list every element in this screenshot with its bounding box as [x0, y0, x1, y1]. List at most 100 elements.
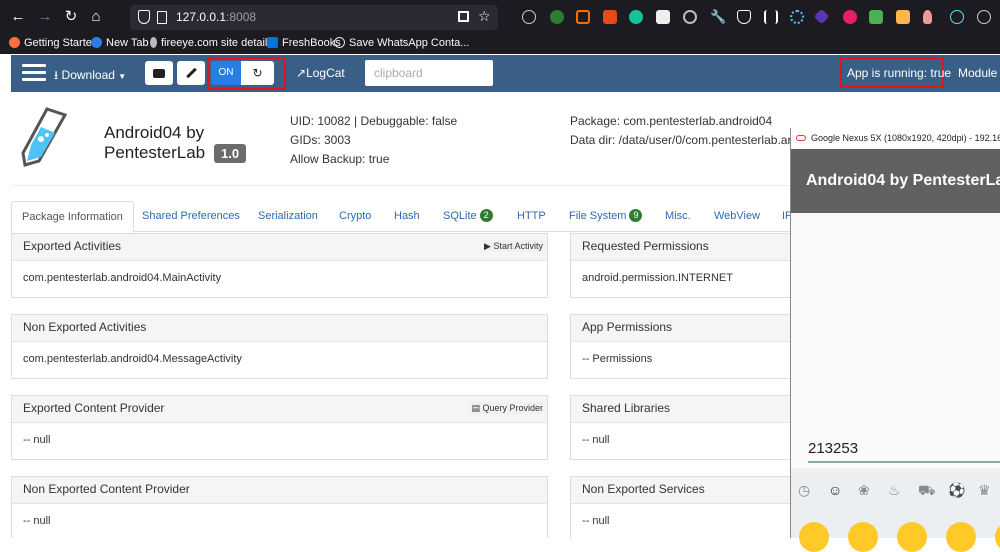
tab-label: SQLite — [443, 210, 477, 222]
emoji-face[interactable] — [946, 522, 976, 552]
url-text[interactable]: 127.0.0.1:8008 — [176, 10, 256, 24]
refresh-button[interactable]: ↻ — [241, 61, 274, 85]
panel-title: Exported Content Provider — [23, 401, 165, 415]
panel-heading: Non Exported Content Provider — [12, 477, 547, 504]
clipboard-input[interactable]: clipboard — [365, 60, 493, 86]
query-provider-button[interactable]: ▤ Query Provider — [471, 402, 543, 414]
url-bar[interactable]: 127.0.0.1:8008 ☆ — [130, 5, 498, 30]
shared-libraries-panel: Shared Libraries -- null — [570, 395, 791, 460]
start-activity-button[interactable]: ▶ Start Activity — [484, 240, 543, 252]
extension-cloud-icon[interactable] — [869, 10, 883, 24]
recent-emoji-icon[interactable]: ◷ — [798, 482, 810, 499]
camera-icon — [153, 69, 165, 78]
on-toggle-button[interactable]: ON — [211, 61, 241, 85]
extension-orange-icon[interactable] — [603, 10, 617, 24]
react-devtools-icon[interactable] — [950, 10, 964, 24]
settings-extension-icon[interactable] — [576, 10, 590, 24]
tab-file-system[interactable]: File System 9 — [569, 201, 643, 232]
page-icon[interactable] — [157, 11, 167, 24]
tab-webview[interactable]: WebView — [714, 201, 760, 232]
shield-icon[interactable] — [138, 10, 150, 24]
bookmark-new-tab[interactable]: New Tab — [91, 37, 149, 49]
datadir-info: Data dir: /data/user/0/com.pentesterlab.… — [570, 133, 790, 147]
bookmark-freshbooks[interactable]: FreshBooks — [267, 37, 341, 49]
panel-heading: Shared Libraries — [571, 396, 791, 423]
tab-shared-preferences[interactable]: Shared Preferences — [142, 201, 240, 232]
extension-purple-icon[interactable] — [813, 8, 830, 25]
extension-blue-icon[interactable] — [790, 10, 804, 24]
non-exported-activities-panel: Non Exported Activities com.pentesterlab… — [11, 314, 548, 379]
tab-misc[interactable]: Misc. — [665, 201, 691, 232]
gids-info: GIDs: 3003 — [290, 133, 351, 147]
logcat-link[interactable]: ↗LogCat — [296, 66, 345, 80]
emoji-face[interactable] — [995, 522, 1000, 552]
requested-permissions-panel: Requested Permissions android.permission… — [570, 233, 791, 298]
exported-activities-panel: Exported Activities ▶ Start Activity com… — [11, 233, 548, 298]
uid-info: UID: 10082 | Debuggable: false — [290, 114, 458, 128]
cookie-icon[interactable] — [522, 10, 536, 24]
activity-category-icon[interactable]: ⚽ — [948, 482, 965, 499]
android-app-bar: Android04 by PentesterLab — [791, 149, 1000, 213]
tab-bar: Package Information Shared Preferences S… — [11, 201, 792, 233]
panel-body: -- null — [23, 515, 51, 527]
back-icon[interactable]: ← — [9, 8, 27, 26]
screenshot-button[interactable] — [145, 61, 173, 85]
android-text-input[interactable]: 213253 — [808, 440, 858, 457]
extension-gear-icon[interactable] — [977, 10, 991, 24]
download-label: Download — [61, 68, 115, 82]
extension-green-icon[interactable] — [550, 10, 564, 24]
tab-sqlite[interactable]: SQLite 2 — [443, 201, 493, 232]
objects-category-icon[interactable]: ♛ — [978, 482, 991, 499]
app-info-header: Android04 by PentesterLab 1.0 UID: 10082… — [11, 93, 791, 185]
extension-red-icon[interactable] — [843, 10, 857, 24]
smiley-category-icon[interactable]: ☺ — [828, 482, 842, 498]
grammarly-icon[interactable] — [629, 10, 643, 24]
caret-down-icon: ▼ — [118, 72, 127, 81]
bookmark-fireeye[interactable]: fireeye.com site detail... — [150, 37, 277, 49]
tools-button[interactable] — [177, 61, 205, 85]
forward-icon[interactable]: → — [36, 8, 54, 26]
food-category-icon[interactable]: ♨ — [888, 482, 901, 499]
emulator-title-bar[interactable]: Google Nexus 5X (1080x1920, 420dpi) - 19… — [791, 128, 1000, 149]
link-icon[interactable] — [683, 10, 697, 24]
emoji-face[interactable] — [848, 522, 878, 552]
menu-icon[interactable] — [22, 64, 46, 82]
tab-http[interactable]: HTTP — [517, 201, 546, 232]
wrench-icon[interactable]: 🔧 — [710, 10, 726, 24]
wrench-icon — [185, 67, 197, 79]
app-name-line2: PentesterLab — [104, 143, 206, 162]
tab-package-information[interactable]: Package Information — [11, 201, 134, 233]
library-icon[interactable] — [764, 10, 778, 24]
tab-crypto[interactable]: Crypto — [339, 201, 371, 232]
panel-body: com.pentesterlab.android04.MessageActivi… — [23, 353, 242, 365]
tab-hash[interactable]: Hash — [394, 201, 420, 232]
download-dropdown[interactable]: ⭳ Download ▼ — [54, 66, 126, 87]
qr-extension-icon[interactable] — [656, 10, 670, 24]
emoji-face[interactable] — [897, 522, 927, 552]
module-menu[interactable]: Module e — [958, 66, 1000, 80]
tab-serialization[interactable]: Serialization — [258, 201, 318, 232]
qr-icon[interactable] — [458, 11, 469, 22]
version-badge: 1.0 — [214, 144, 247, 163]
emoji-face[interactable] — [799, 522, 829, 552]
app-status: App is running: true — [847, 66, 952, 80]
freshbooks-icon — [267, 37, 278, 48]
extension-box-icon[interactable] — [896, 10, 910, 24]
panel-heading: App Permissions — [571, 315, 791, 342]
nature-category-icon[interactable]: ❀ — [858, 482, 870, 499]
travel-category-icon[interactable]: ⛟ — [918, 482, 936, 501]
reload-icon[interactable]: ↻ — [62, 8, 80, 26]
star-icon[interactable]: ☆ — [478, 8, 491, 25]
bookmark-whatsapp[interactable]: Save WhatsApp Conta... — [334, 37, 469, 49]
pocket-icon[interactable] — [737, 10, 751, 24]
app-permissions-panel: App Permissions -- Permissions — [570, 314, 791, 379]
logcat-label: LogCat — [306, 66, 345, 80]
file-system-count-badge: 9 — [629, 209, 643, 222]
extension-bottle-icon[interactable] — [923, 10, 932, 24]
bookmark-getting-started[interactable]: Getting Started — [9, 37, 98, 49]
emulator-title: Google Nexus 5X (1080x1920, 420dpi) - 19… — [811, 133, 1000, 143]
firefox-icon — [9, 37, 20, 48]
emulator-window: Google Nexus 5X (1080x1920, 420dpi) - 19… — [790, 128, 1000, 552]
bookmark-label: Save WhatsApp Conta... — [349, 37, 470, 49]
home-icon[interactable]: ⌂ — [87, 8, 105, 26]
